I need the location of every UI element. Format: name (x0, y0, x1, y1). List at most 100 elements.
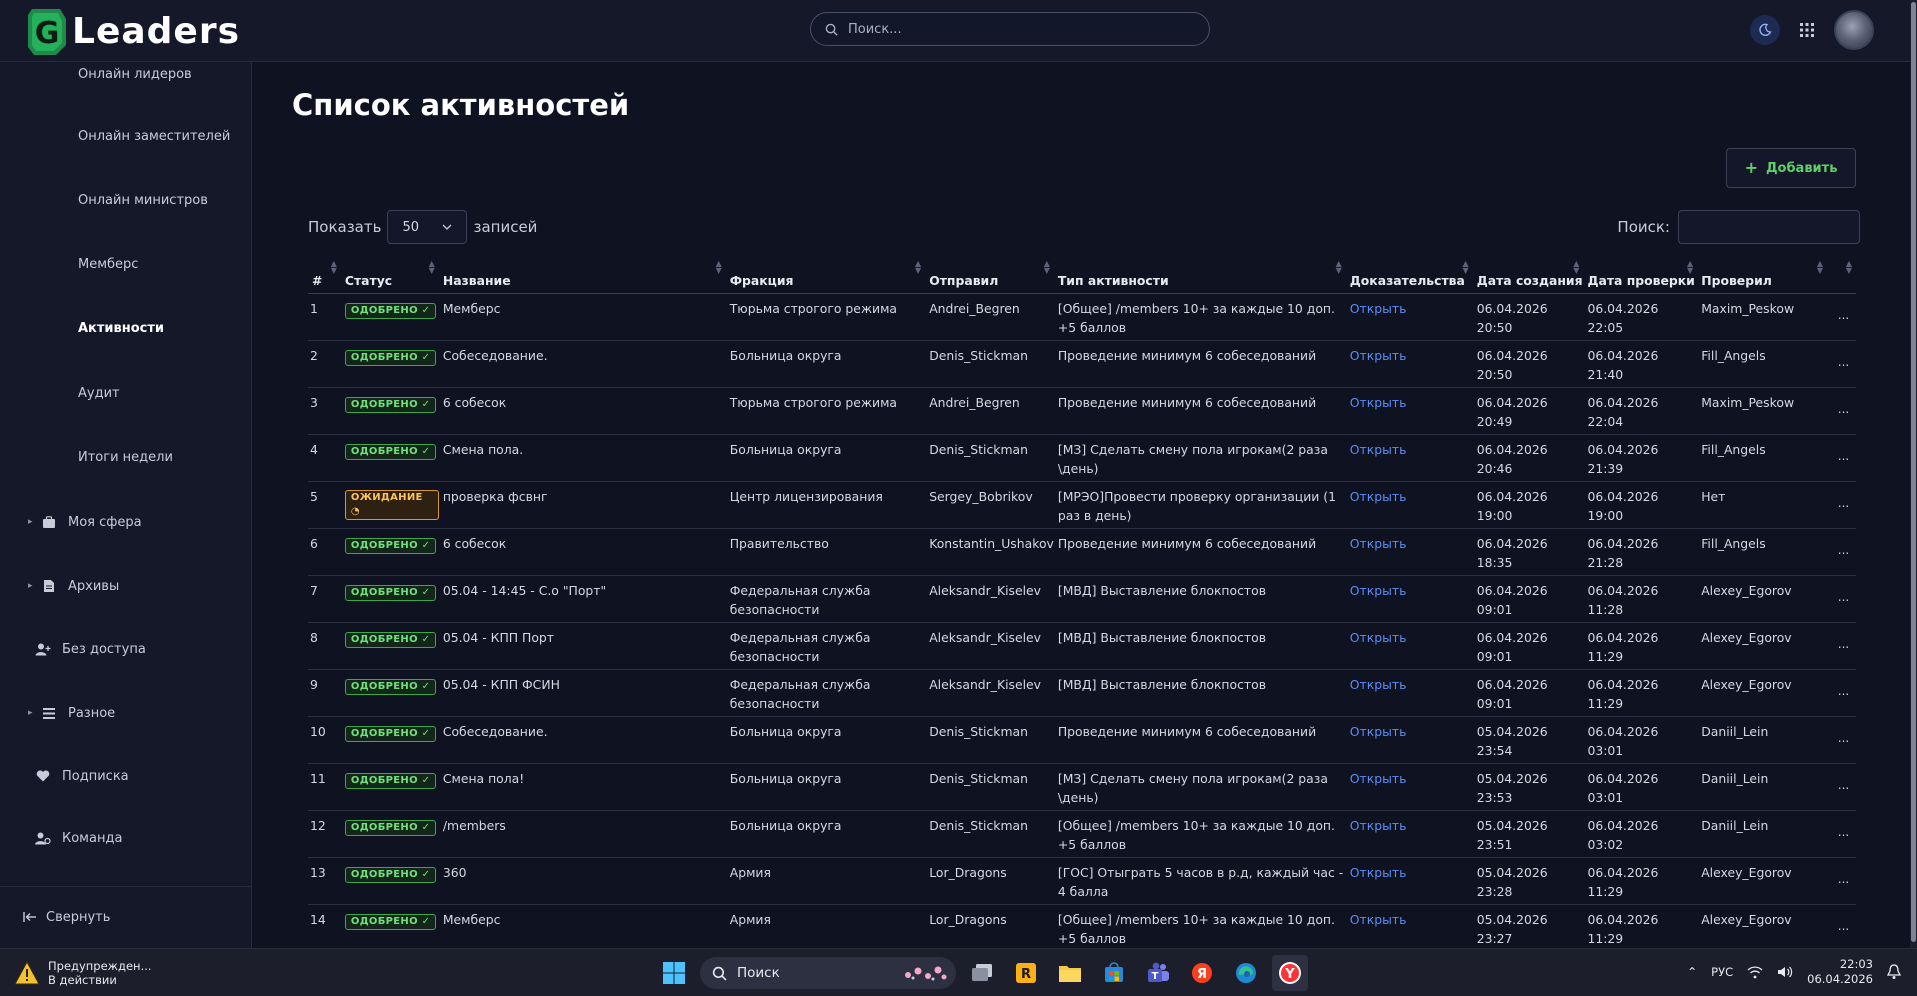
teams-app[interactable]: T (1140, 955, 1176, 991)
table-search-input[interactable] (1678, 210, 1860, 244)
file-explorer-app[interactable] (1052, 955, 1088, 991)
table-row[interactable]: 13 ОДОБРЕНО ✓ 360 Армия Lor_Dragons [ГОС] Оты… (308, 857, 1856, 905)
taskbar-search[interactable]: Поиск (700, 957, 956, 989)
row-actions-menu[interactable]: ... (1827, 340, 1856, 388)
sidebar-section-misc[interactable]: ▸ Разное (0, 702, 252, 724)
row-actions-menu[interactable]: ... (1827, 622, 1856, 670)
sidebar-section-team[interactable]: Команда (0, 827, 252, 849)
rockstar-launcher-app[interactable]: R (1008, 955, 1044, 991)
notifications-bell-icon[interactable] (1887, 964, 1901, 980)
proof-open-link[interactable]: Открыть (1350, 677, 1407, 692)
column-header[interactable]: Отправил ▲ ▼ (925, 254, 1054, 294)
row-actions-menu[interactable]: ... (1827, 716, 1856, 764)
proof-open-link[interactable]: Открыть (1350, 771, 1407, 786)
app-logo[interactable]: G Leaders (26, 4, 240, 58)
row-actions-menu[interactable]: ... (1827, 810, 1856, 858)
proof-open-link[interactable]: Открыть (1350, 724, 1407, 739)
proof-open-link[interactable]: Открыть (1350, 395, 1407, 410)
status-cell: ОДОБРЕНО ✓ (340, 857, 439, 905)
column-header[interactable]: Тип активности ▲ ▼ (1053, 254, 1346, 294)
sidebar-section-no-access[interactable]: Без доступа (0, 638, 252, 660)
table-row[interactable]: 11 ОДОБРЕНО ✓ Смена пола! Больница округа De… (308, 763, 1856, 811)
sidebar-item-online-ministers[interactable]: Онлайн министров (0, 190, 252, 210)
row-actions-menu[interactable]: ... (1827, 293, 1856, 341)
table-row[interactable]: 2 ОДОБРЕНО ✓ Собеседование. Больница округа… (308, 340, 1856, 388)
collapse-label: Свернуть (46, 909, 111, 925)
wifi-icon[interactable] (1747, 965, 1763, 979)
table-row[interactable]: 3 ОДОБРЕНО ✓ 6 собесок Тюрьма строгого режи… (308, 387, 1856, 435)
sidebar-item-online-deputies[interactable]: Онлайн заместителей (0, 126, 252, 146)
microsoft-store-app[interactable] (1096, 955, 1132, 991)
row-actions-menu[interactable]: ... (1827, 434, 1856, 482)
column-header[interactable]: Статус ▲ ▼ (340, 254, 439, 294)
row-actions-menu[interactable]: ... (1827, 763, 1856, 811)
sidebar-section-subscription[interactable]: Подписка (0, 765, 252, 787)
proof-open-link[interactable]: Открыть (1350, 865, 1407, 880)
page-length-select[interactable]: 50 (387, 210, 468, 244)
checker-cell: Daniil_Lein (1697, 716, 1827, 764)
column-header[interactable]: Название ▲ ▼ (438, 254, 726, 294)
volume-icon[interactable] (1777, 965, 1793, 979)
theme-toggle-button[interactable] (1750, 15, 1780, 45)
yandex-browser-app[interactable]: Y (1272, 955, 1308, 991)
column-header[interactable]: Дата создания ▲ ▼ (1472, 254, 1584, 294)
sidebar-item-audit[interactable]: Аудит (0, 383, 252, 403)
global-search-input[interactable]: Поиск... (810, 12, 1210, 46)
column-header[interactable]: Фракция ▲ ▼ (725, 254, 926, 294)
table-row[interactable]: 7 ОДОБРЕНО ✓ 05.04 - 14:45 - С.о "Порт" Фед… (308, 575, 1856, 623)
table-row[interactable]: 6 ОДОБРЕНО ✓ 6 собесок Правительство Konstan… (308, 528, 1856, 576)
table-row[interactable]: 5 ОЖИДАНИЕ ◔ проверка фсвнг Центр лицензиро… (308, 481, 1856, 529)
table-row[interactable]: 8 ОДОБРЕНО ✓ 05.04 - КПП Порт Федеральная с… (308, 622, 1856, 670)
row-actions-menu[interactable]: ... (1827, 528, 1856, 576)
proof-open-link[interactable]: Открыть (1350, 301, 1407, 316)
row-actions-menu[interactable]: ... (1827, 904, 1856, 952)
table-row[interactable]: 10 ОДОБРЕНО ✓ Собеседование. Больница округ… (308, 716, 1856, 764)
row-actions-menu[interactable]: ... (1827, 481, 1856, 529)
proof-open-link[interactable]: Открыть (1350, 348, 1407, 363)
proof-open-link[interactable]: Открыть (1350, 630, 1407, 645)
sidebar-item-online-leaders[interactable]: Онлайн лидеров (0, 64, 252, 84)
column-header-label: Доказательства (1349, 272, 1465, 288)
row-actions-menu[interactable]: ... (1827, 387, 1856, 435)
column-header[interactable]: Доказательства ▲ ▼ (1345, 254, 1473, 294)
page-scrollbar[interactable] (1910, 0, 1917, 948)
proof-open-link[interactable]: Открыть (1350, 912, 1407, 927)
tray-overflow-chevron-icon[interactable]: ⌃ (1687, 965, 1697, 979)
table-row[interactable]: 14 ОДОБРЕНО ✓ Мемберс Армия Lor_Dragons [Обще… (308, 904, 1856, 952)
sidebar-section-archives[interactable]: ▸ Архивы (0, 575, 252, 597)
row-actions-menu[interactable]: ... (1827, 857, 1856, 905)
proof-open-link[interactable]: Открыть (1350, 818, 1407, 833)
user-avatar[interactable] (1834, 10, 1874, 50)
table-row[interactable]: 9 ОДОБРЕНО ✓ 05.04 - КПП ФСИН Федеральная с… (308, 669, 1856, 717)
sidebar-item-week-results[interactable]: Итоги недели (0, 447, 252, 467)
proof-open-link[interactable]: Открыть (1350, 583, 1407, 598)
proof-open-link[interactable]: Открыть (1350, 489, 1407, 504)
faction-name: Федеральная служба безопасности (729, 676, 871, 711)
proof-open-link[interactable]: Открыть (1350, 536, 1407, 551)
table-row[interactable]: 12 ОДОБРЕНО ✓ /members Больница округа Denis… (308, 810, 1856, 858)
table-row[interactable]: 1 ОДОБРЕНО ✓ Мемберс Тюрьма строгого режима… (308, 293, 1856, 341)
sender-name: Lor_Dragons (929, 911, 1007, 927)
start-button[interactable] (656, 955, 692, 991)
add-activity-button[interactable]: + Добавить (1726, 148, 1856, 188)
task-view-button[interactable] (964, 955, 1000, 991)
column-header[interactable]: Проверил ▲ ▼ (1697, 254, 1827, 294)
input-language-indicator[interactable]: РУС (1711, 965, 1733, 979)
column-header[interactable]: ▲ ▼ (1827, 254, 1856, 294)
taskbar-clock[interactable]: 22:03 06.04.2026 (1807, 957, 1873, 987)
row-actions-menu[interactable]: ... (1827, 575, 1856, 623)
yandex-app[interactable]: Я (1184, 955, 1220, 991)
edge-browser-app[interactable] (1228, 955, 1264, 991)
row-actions-menu[interactable]: ... (1827, 669, 1856, 717)
column-header[interactable]: Дата проверки ▲ ▼ (1583, 254, 1698, 294)
table-row[interactable]: 4 ОДОБРЕНО ✓ Смена пола. Больница округа Den… (308, 434, 1856, 482)
taskbar-warning-widget[interactable]: Предупрежден... В действии (14, 959, 152, 987)
apps-grid-button[interactable] (1794, 17, 1820, 43)
sidebar-section-my-sphere[interactable]: ▸ Моя сфера (0, 511, 252, 533)
proof-open-link[interactable]: Открыть (1350, 442, 1407, 457)
sidebar-item-members[interactable]: Мемберс (0, 254, 252, 274)
scrollbar-thumb[interactable] (1911, 2, 1916, 942)
sidebar-collapse-button[interactable]: Свернуть (0, 906, 252, 928)
column-header[interactable]: # ▲ ▼ (308, 254, 341, 294)
sidebar-item-activities[interactable]: Активности (0, 318, 252, 338)
